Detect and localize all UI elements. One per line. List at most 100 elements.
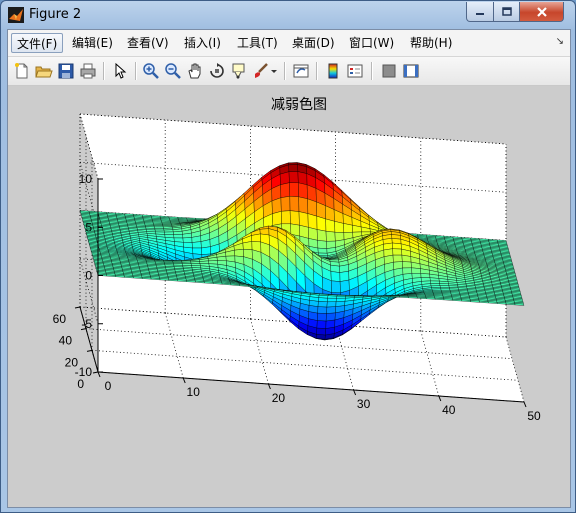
close-button[interactable] bbox=[519, 2, 564, 22]
y-tick-label: 20 bbox=[65, 355, 79, 369]
surface-face bbox=[381, 295, 392, 298]
surface-face bbox=[326, 301, 337, 308]
x-tick-label: 40 bbox=[442, 403, 456, 417]
menu-overflow-icon[interactable]: ↘ bbox=[556, 36, 564, 47]
z-tick-label: 0 bbox=[85, 269, 92, 283]
figure-window: Figure 2 文件(F) 编辑(E) 查看(V) 插入(I) 工具(T) 桌… bbox=[0, 0, 576, 513]
surface-face bbox=[234, 249, 244, 257]
surface-face bbox=[317, 312, 327, 322]
toolbar-separator bbox=[135, 62, 137, 80]
surface-face bbox=[288, 164, 299, 172]
title-bar[interactable]: Figure 2 bbox=[1, 1, 575, 29]
zoom-out-icon[interactable] bbox=[164, 62, 182, 80]
surface-face bbox=[326, 306, 336, 314]
surface-face bbox=[289, 196, 300, 212]
menu-desktop[interactable]: 桌面(D) bbox=[287, 33, 340, 53]
surface-face bbox=[216, 256, 227, 261]
surface-face bbox=[327, 297, 337, 302]
surface-face bbox=[153, 224, 164, 226]
menu-window[interactable]: 窗口(W) bbox=[344, 33, 399, 53]
surface-face bbox=[154, 226, 164, 229]
surface-face bbox=[316, 320, 327, 329]
window-title: Figure 2 bbox=[29, 7, 82, 22]
insert-colorbar-icon[interactable] bbox=[324, 62, 342, 80]
surface-face bbox=[318, 297, 328, 302]
insert-legend-icon[interactable] bbox=[346, 62, 364, 80]
matlab-logo-icon bbox=[8, 7, 24, 23]
surface-face bbox=[439, 283, 450, 286]
hide-plot-tools-icon[interactable] bbox=[380, 62, 398, 80]
surface-face bbox=[280, 196, 291, 212]
x-tick bbox=[97, 371, 101, 378]
menu-tools[interactable]: 工具(T) bbox=[232, 33, 283, 53]
link-plot-icon[interactable] bbox=[292, 62, 310, 80]
maximize-button[interactable] bbox=[493, 2, 520, 22]
surface-face bbox=[153, 225, 164, 228]
surface-face bbox=[325, 312, 336, 322]
surface-face bbox=[190, 261, 201, 264]
surface-face bbox=[164, 231, 174, 235]
surface-face bbox=[330, 271, 341, 282]
menu-bar: 文件(F) 编辑(E) 查看(V) 插入(I) 工具(T) 桌面(D) 窗口(W… bbox=[8, 30, 570, 57]
surface-face bbox=[307, 213, 318, 230]
surface-face bbox=[331, 280, 341, 293]
y-tick bbox=[86, 349, 93, 352]
y-tick bbox=[92, 371, 99, 374]
toolbar-separator bbox=[103, 62, 105, 80]
surface-face bbox=[172, 262, 183, 264]
surface-face bbox=[272, 211, 282, 226]
surface-face bbox=[339, 270, 350, 282]
surface-face bbox=[279, 171, 290, 185]
show-plot-tools-icon[interactable] bbox=[402, 62, 420, 80]
surface-face bbox=[318, 252, 328, 256]
surface-face bbox=[288, 171, 299, 183]
surface-face bbox=[289, 182, 299, 197]
surface-face bbox=[325, 231, 336, 242]
minimize-button[interactable] bbox=[466, 2, 494, 22]
surface-face bbox=[181, 261, 192, 264]
data-cursor-icon[interactable] bbox=[230, 62, 248, 80]
surface-face bbox=[242, 241, 253, 250]
surface-face bbox=[420, 273, 431, 278]
menu-edit[interactable]: 编辑(E) bbox=[67, 33, 118, 53]
surface-face bbox=[317, 306, 328, 314]
surface-face bbox=[199, 260, 210, 264]
surface-face bbox=[317, 247, 328, 254]
edit-plot-arrow-icon[interactable] bbox=[111, 62, 129, 80]
surface-face bbox=[345, 295, 355, 299]
pan-hand-icon[interactable] bbox=[186, 62, 204, 80]
surface-face bbox=[434, 297, 445, 301]
menu-view[interactable]: 查看(V) bbox=[122, 33, 174, 53]
brush-dropdown-icon[interactable] bbox=[270, 62, 278, 80]
surface-face bbox=[392, 254, 403, 263]
brush-icon[interactable] bbox=[252, 62, 270, 80]
z-tick-label: 10 bbox=[79, 172, 93, 186]
new-figure-icon[interactable] bbox=[13, 62, 31, 80]
surface-face bbox=[336, 295, 347, 299]
menu-file[interactable]: 文件(F) bbox=[11, 33, 64, 53]
menu-help[interactable]: 帮助(H) bbox=[405, 33, 457, 53]
menu-insert[interactable]: 插入(I) bbox=[179, 33, 226, 53]
toolbar-separator bbox=[371, 62, 373, 80]
surface-plot[interactable]: 1050-5-106040200 0 10 20 30 40 50 bbox=[8, 86, 570, 507]
y-tick-label: 60 bbox=[53, 312, 67, 326]
surface-face bbox=[411, 267, 421, 274]
surface-face bbox=[317, 301, 328, 308]
x-tick bbox=[523, 401, 527, 408]
zoom-in-icon[interactable] bbox=[142, 62, 160, 80]
surface-face bbox=[298, 196, 309, 214]
surface-face bbox=[289, 210, 300, 226]
surface-face bbox=[182, 237, 193, 243]
surface-face bbox=[429, 277, 440, 282]
y-tick-label: 0 bbox=[77, 377, 84, 391]
surface-face bbox=[192, 247, 202, 255]
rotate-3d-icon[interactable] bbox=[208, 62, 226, 80]
open-file-icon[interactable] bbox=[35, 62, 53, 80]
print-icon[interactable] bbox=[79, 62, 97, 80]
close-icon bbox=[536, 6, 547, 17]
surface-face bbox=[308, 227, 318, 241]
save-icon[interactable] bbox=[57, 62, 75, 80]
surface-face bbox=[325, 218, 336, 233]
surface-face bbox=[173, 231, 183, 235]
z-tick-label: 5 bbox=[85, 220, 92, 234]
